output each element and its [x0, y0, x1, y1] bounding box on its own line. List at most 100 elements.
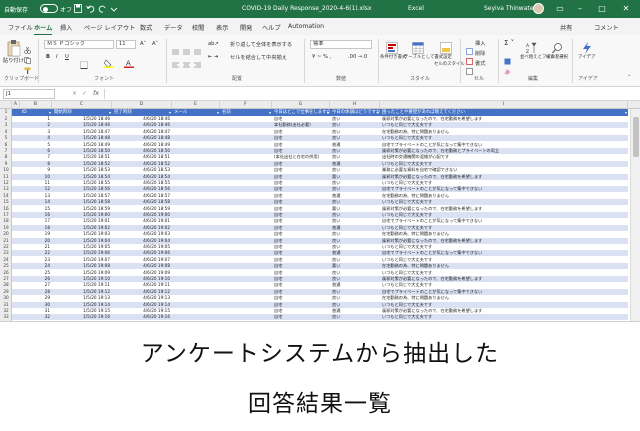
- table-cell[interactable]: 良い: [330, 244, 380, 250]
- table-cell[interactable]: [172, 129, 220, 135]
- table-cell[interactable]: 自宅: [272, 161, 330, 167]
- scrollbar-thumb[interactable]: [633, 117, 639, 157]
- table-cell[interactable]: 良い: [330, 167, 380, 173]
- table-cell[interactable]: [172, 238, 220, 244]
- row-header[interactable]: 25: [0, 263, 12, 269]
- table-cell[interactable]: 1/5/20 19:08: [52, 263, 112, 269]
- table-cell[interactable]: 普通: [330, 142, 380, 148]
- table-cell[interactable]: 自宅: [272, 289, 330, 295]
- table-cell[interactable]: 風邪対策が必要になったので、在宅勤務を希望します: [380, 276, 628, 282]
- table-cell[interactable]: 4/6/20 19:01: [112, 218, 172, 224]
- table-cell[interactable]: 30: [20, 302, 52, 308]
- column-header[interactable]: E: [172, 101, 220, 109]
- table-cell[interactable]: 10: [20, 174, 52, 180]
- table-cell[interactable]: [172, 122, 220, 128]
- table-cell[interactable]: [220, 174, 272, 180]
- table-cell[interactable]: 14: [20, 199, 52, 205]
- table-cell[interactable]: 在宅勤務の為、特に問題ありません: [380, 295, 628, 301]
- share-button[interactable]: 共有: [560, 23, 572, 32]
- column-header[interactable]: C: [52, 101, 112, 109]
- tab-insert[interactable]: 挿入: [60, 23, 72, 32]
- row-header[interactable]: 2: [0, 116, 12, 122]
- table-cell[interactable]: [220, 212, 272, 218]
- table-cell[interactable]: 1/5/20 18:57: [52, 193, 112, 199]
- table-cell[interactable]: 自宅: [272, 270, 330, 276]
- redo-icon[interactable]: [98, 4, 106, 13]
- table-cell[interactable]: 26: [20, 276, 52, 282]
- table-cell[interactable]: 自宅でプライベートのことが気になって集中できない: [380, 142, 628, 148]
- table-cell[interactable]: [172, 270, 220, 276]
- table-cell[interactable]: 自宅: [272, 206, 330, 212]
- row-header[interactable]: 17: [0, 212, 12, 218]
- table-cell[interactable]: [172, 257, 220, 263]
- table-cell[interactable]: 良い: [330, 154, 380, 160]
- table-cell[interactable]: いつもと同じで大丈夫です: [380, 135, 628, 141]
- confirm-icon[interactable]: ✓: [82, 90, 87, 97]
- table-cell[interactable]: 4/6/20 18:49: [112, 142, 172, 148]
- table-cell[interactable]: 4/6/20 18:56: [112, 186, 172, 192]
- tab-page-layout[interactable]: ページ レイアウト: [84, 23, 135, 32]
- avatar[interactable]: [533, 3, 544, 14]
- formula-input[interactable]: [104, 89, 624, 99]
- table-cell[interactable]: [220, 142, 272, 148]
- row-header[interactable]: 18: [0, 218, 12, 224]
- table-cell[interactable]: 自宅: [272, 193, 330, 199]
- italic-button[interactable]: I: [56, 54, 58, 60]
- table-header-cell[interactable]: 今日はどこで仕事をしますか？: [272, 109, 330, 116]
- table-cell[interactable]: [220, 282, 272, 288]
- table-cell[interactable]: [172, 314, 220, 320]
- table-cell[interactable]: [172, 116, 220, 122]
- table-cell[interactable]: [220, 270, 272, 276]
- table-cell[interactable]: 1/5/20 19:14: [52, 302, 112, 308]
- fill-color-icon[interactable]: [103, 53, 114, 72]
- table-cell[interactable]: [172, 244, 220, 250]
- table-cell[interactable]: 風邪対策が必要になったので、在宅勤務とプライベートの両立: [380, 148, 628, 154]
- table-cell[interactable]: 普通: [330, 282, 380, 288]
- table-cell[interactable]: [220, 167, 272, 173]
- accounting-format-icon[interactable]: ¥ ~ % ,: [312, 54, 331, 60]
- table-cell[interactable]: いつもと同じで大丈夫です: [380, 180, 628, 186]
- table-cell[interactable]: 1: [20, 116, 52, 122]
- minimize-icon[interactable]: –: [572, 2, 588, 16]
- table-cell[interactable]: 4/6/20 19:09: [112, 270, 172, 276]
- table-cell[interactable]: 出社時の交通機関の混雑が心配です: [380, 154, 628, 160]
- table-cell[interactable]: [220, 135, 272, 141]
- table-cell[interactable]: 自宅: [272, 244, 330, 250]
- row-header[interactable]: 4: [0, 129, 12, 135]
- row-header[interactable]: 7: [0, 148, 12, 154]
- format-cells-icon[interactable]: [466, 60, 473, 79]
- row-header[interactable]: 3: [0, 122, 12, 128]
- table-cell[interactable]: 良い: [330, 276, 380, 282]
- table-cell[interactable]: 2: [20, 122, 52, 128]
- table-cell[interactable]: 4/6/20 19:02: [112, 225, 172, 231]
- table-cell[interactable]: 良い: [330, 257, 380, 263]
- table-cell[interactable]: 4: [20, 135, 52, 141]
- table-cell[interactable]: 風邪対策が必要になったので、在宅勤務を希望します: [380, 308, 628, 314]
- merge-center-button[interactable]: セルを結合して中央揃え: [230, 54, 287, 61]
- table-cell[interactable]: 良い: [330, 289, 380, 295]
- table-cell[interactable]: 18: [20, 225, 52, 231]
- table-cell[interactable]: 1/5/20 19:04: [52, 238, 112, 244]
- table-cell[interactable]: 1/5/20 18:59: [52, 206, 112, 212]
- table-cell[interactable]: [220, 116, 272, 122]
- table-cell[interactable]: いつもと同じで大丈夫です: [380, 270, 628, 276]
- tab-developer[interactable]: 開発: [240, 23, 252, 32]
- table-cell[interactable]: 自宅: [272, 238, 330, 244]
- table-cell[interactable]: 4/6/20 19:13: [112, 295, 172, 301]
- row-header[interactable]: 12: [0, 180, 12, 186]
- table-cell[interactable]: いつもと同じで大丈夫です: [380, 212, 628, 218]
- orientation-icon[interactable]: ab↗: [208, 41, 219, 47]
- table-cell[interactable]: [220, 295, 272, 301]
- format-cells-button[interactable]: 書式: [475, 60, 485, 67]
- table-cell[interactable]: いつもと同じで大丈夫です: [380, 122, 628, 128]
- table-cell[interactable]: 27: [20, 282, 52, 288]
- table-cell[interactable]: [220, 276, 272, 282]
- table-cell[interactable]: 自宅: [272, 199, 330, 205]
- table-cell[interactable]: 風邪対策が必要になったので、在宅勤務を希望します: [380, 206, 628, 212]
- row-header[interactable]: 1: [0, 109, 12, 115]
- table-cell[interactable]: 4/6/20 19:14: [112, 302, 172, 308]
- table-cell[interactable]: 4/6/20 18:58: [112, 199, 172, 205]
- table-cell[interactable]: 自宅: [272, 142, 330, 148]
- table-cell[interactable]: [172, 180, 220, 186]
- table-cell[interactable]: 良い: [330, 199, 380, 205]
